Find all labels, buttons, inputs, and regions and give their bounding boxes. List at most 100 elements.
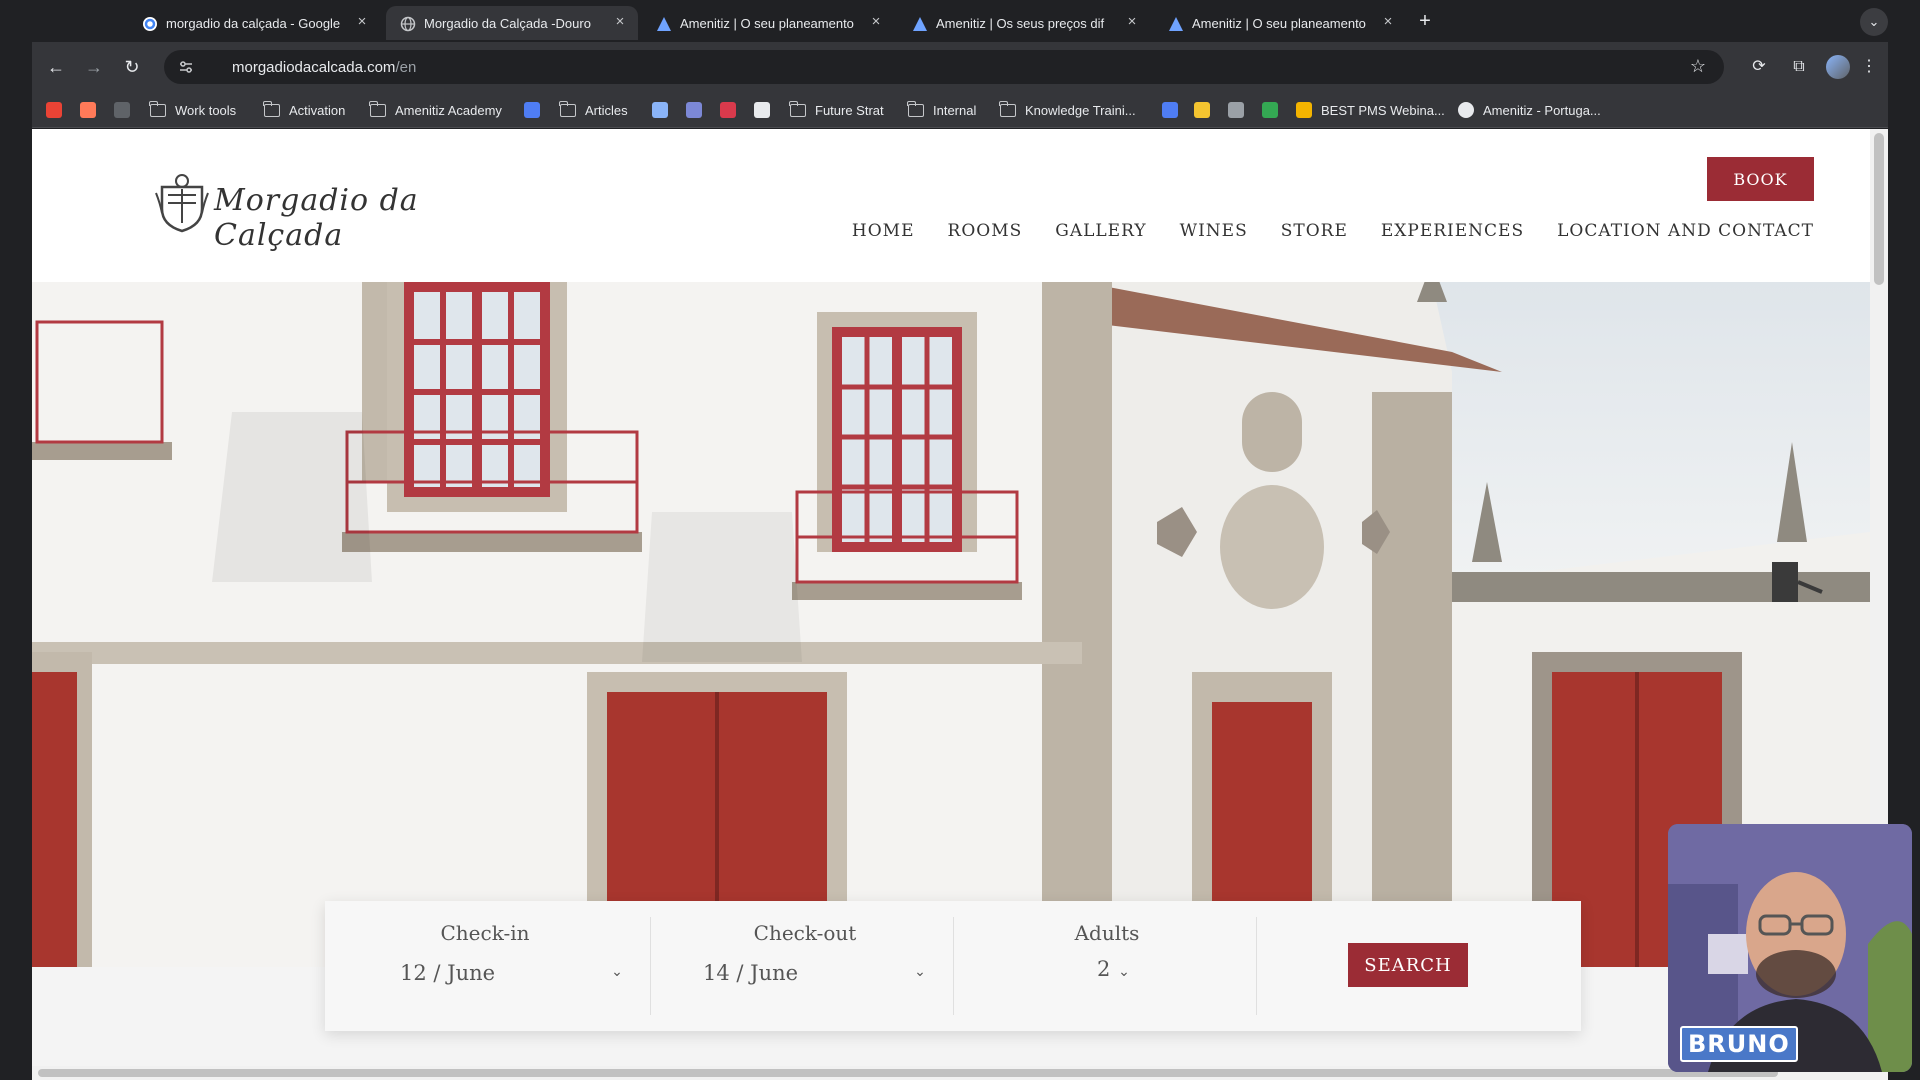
nav-location-contact[interactable]: LOCATION AND CONTACT	[1557, 221, 1814, 241]
site-settings-icon[interactable]	[178, 59, 194, 75]
presenter-name-label: BRUNO	[1680, 1026, 1798, 1062]
search-button[interactable]: SEARCH	[1348, 943, 1468, 987]
main-navigation: HOME ROOMS GALLERY WINES STORE EXPERIENC…	[852, 221, 1814, 241]
folder-icon	[999, 100, 1016, 117]
bookmark-icon[interactable]	[754, 102, 770, 118]
tab-amenitiz-3[interactable]: Amenitiz | O seu planeamento ×	[1154, 6, 1406, 40]
adults-field[interactable]: Adults 2 ⌄	[957, 901, 1257, 1031]
close-tab-icon[interactable]: ×	[1124, 14, 1140, 30]
tab-strip: morgadio da calçada - Google × Morgadio …	[0, 0, 1920, 42]
tab-title: Amenitiz | O seu planeamento	[1192, 15, 1366, 31]
bookmark-label: Internal	[933, 102, 977, 118]
google-icon	[143, 17, 157, 31]
reload-button[interactable]: ↻	[120, 55, 144, 79]
nav-experiences[interactable]: EXPERIENCES	[1381, 221, 1524, 241]
site-logo[interactable]: Morgadio da Calçada	[154, 173, 484, 253]
profile-avatar[interactable]	[1826, 55, 1850, 79]
url-path: /en	[395, 59, 417, 76]
nav-wines[interactable]: WINES	[1180, 221, 1248, 241]
bookmark-future-strat[interactable]: Future Strat	[789, 100, 884, 120]
browser-menu-icon[interactable]: ⋮	[1858, 56, 1880, 78]
bookmark-best-pms-webinar[interactable]: BEST PMS Webina...	[1296, 100, 1445, 120]
amenitiz-icon[interactable]	[524, 102, 540, 118]
field-divider	[953, 917, 954, 1015]
horizontal-scrollbar[interactable]	[32, 1066, 1870, 1080]
tab-amenitiz-2[interactable]: Amenitiz | Os seus preços dif ×	[898, 6, 1150, 40]
url-text: morgadiodacalcada.com/en	[232, 59, 416, 76]
amenitiz-icon	[1169, 17, 1183, 31]
folder-icon	[907, 100, 924, 117]
amenitiz-icon	[657, 17, 671, 31]
bookmark-internal[interactable]: Internal	[907, 100, 977, 120]
bookmark-work-tools[interactable]: Work tools	[149, 100, 237, 120]
bookmark-label: Articles	[585, 102, 628, 118]
tab-google-search[interactable]: morgadio da calçada - Google ×	[128, 6, 380, 40]
new-tab-button[interactable]: +	[1414, 10, 1436, 32]
checkout-value: 14 / June	[703, 961, 799, 985]
chevron-down-icon: ⌄	[611, 963, 623, 979]
close-tab-icon[interactable]: ×	[868, 14, 884, 30]
bookmark-icon[interactable]	[1194, 102, 1210, 118]
chevron-down-icon: ⌄	[1118, 963, 1130, 979]
extensions-icon[interactable]: ⧉	[1788, 56, 1810, 78]
checkin-label: Check-in	[440, 921, 530, 945]
booking-widget: Check-in 12 / June ⌄ Check-out 14 / June…	[325, 901, 1581, 1031]
close-tab-icon[interactable]: ×	[1380, 14, 1396, 30]
tab-amenitiz-1[interactable]: Amenitiz | O seu planeamento ×	[642, 6, 894, 40]
bookmark-label: Future Strat	[815, 102, 884, 118]
bookmark-label: BEST PMS Webina...	[1321, 102, 1445, 118]
nav-store[interactable]: STORE	[1281, 221, 1348, 241]
bookmark-articles[interactable]: Articles	[559, 100, 628, 120]
book-button[interactable]: BOOK	[1707, 157, 1814, 201]
close-tab-icon[interactable]: ×	[612, 14, 628, 30]
checkin-field[interactable]: Check-in 12 / June ⌄	[325, 901, 645, 1031]
url-host: morgadiodacalcada.com	[232, 59, 396, 76]
hubspot-icon[interactable]	[80, 102, 96, 118]
bookmark-amenitiz-academy[interactable]: Amenitiz Academy	[369, 100, 502, 120]
address-bar[interactable]: morgadiodacalcada.com/en ☆	[164, 50, 1724, 84]
tab-title: Morgadio da Calçada -Douro	[424, 15, 591, 31]
checkout-field[interactable]: Check-out 14 / June ⌄	[655, 901, 955, 1031]
bookmark-icon	[1458, 102, 1474, 118]
folder-icon	[263, 100, 280, 117]
bookmark-icon[interactable]	[1262, 102, 1278, 118]
back-button[interactable]: ←	[44, 55, 68, 79]
bookmark-icon[interactable]	[652, 102, 668, 118]
bookmark-amenitiz-portugal[interactable]: Amenitiz - Portuga...	[1458, 100, 1601, 120]
sync-icon[interactable]: ⟳	[1748, 56, 1770, 78]
adults-value: 2	[1097, 957, 1111, 981]
scrollbar-thumb[interactable]	[38, 1069, 1778, 1077]
checkout-label: Check-out	[753, 921, 857, 945]
amenitiz-icon	[913, 17, 927, 31]
bookmark-label: Amenitiz - Portuga...	[1483, 102, 1601, 118]
gmail-icon[interactable]	[46, 102, 62, 118]
tab-morgadio-site[interactable]: Morgadio da Calçada -Douro ×	[386, 6, 638, 40]
bookmark-knowledge-training[interactable]: Knowledge Traini...	[999, 100, 1136, 120]
forward-button[interactable]: →	[82, 55, 106, 79]
bookmark-b-icon[interactable]	[720, 102, 736, 118]
bookmark-icon[interactable]	[1162, 102, 1178, 118]
folder-icon	[369, 100, 386, 117]
nav-gallery[interactable]: GALLERY	[1055, 221, 1146, 241]
nav-home[interactable]: HOME	[852, 221, 915, 241]
bookmark-icon	[1296, 102, 1312, 118]
globe-icon	[400, 16, 416, 32]
tab-search-button[interactable]: ⌄	[1860, 8, 1888, 36]
close-tab-icon[interactable]: ×	[354, 14, 370, 30]
bookmark-activation[interactable]: Activation	[263, 100, 345, 120]
bookmark-icon[interactable]	[686, 102, 702, 118]
nav-rooms[interactable]: ROOMS	[948, 221, 1023, 241]
hero-image	[32, 282, 1870, 967]
bookmark-label: Work tools	[175, 102, 237, 118]
scrollbar-thumb[interactable]	[1874, 133, 1884, 285]
monitor-icon[interactable]	[1228, 102, 1244, 118]
bookmarks-bar: Work tools Activation Amenitiz Academy A…	[32, 92, 1888, 128]
bookmark-icon[interactable]	[114, 102, 130, 118]
adults-label: Adults	[1074, 921, 1140, 945]
field-divider	[650, 917, 651, 1015]
chevron-down-icon: ⌄	[914, 963, 926, 979]
bookmark-star-icon[interactable]: ☆	[1690, 56, 1706, 77]
folder-icon	[789, 100, 806, 117]
site-header: Morgadio da Calçada BOOK HOME ROOMS GALL…	[32, 129, 1888, 282]
tab-title: Amenitiz | O seu planeamento	[680, 15, 854, 31]
